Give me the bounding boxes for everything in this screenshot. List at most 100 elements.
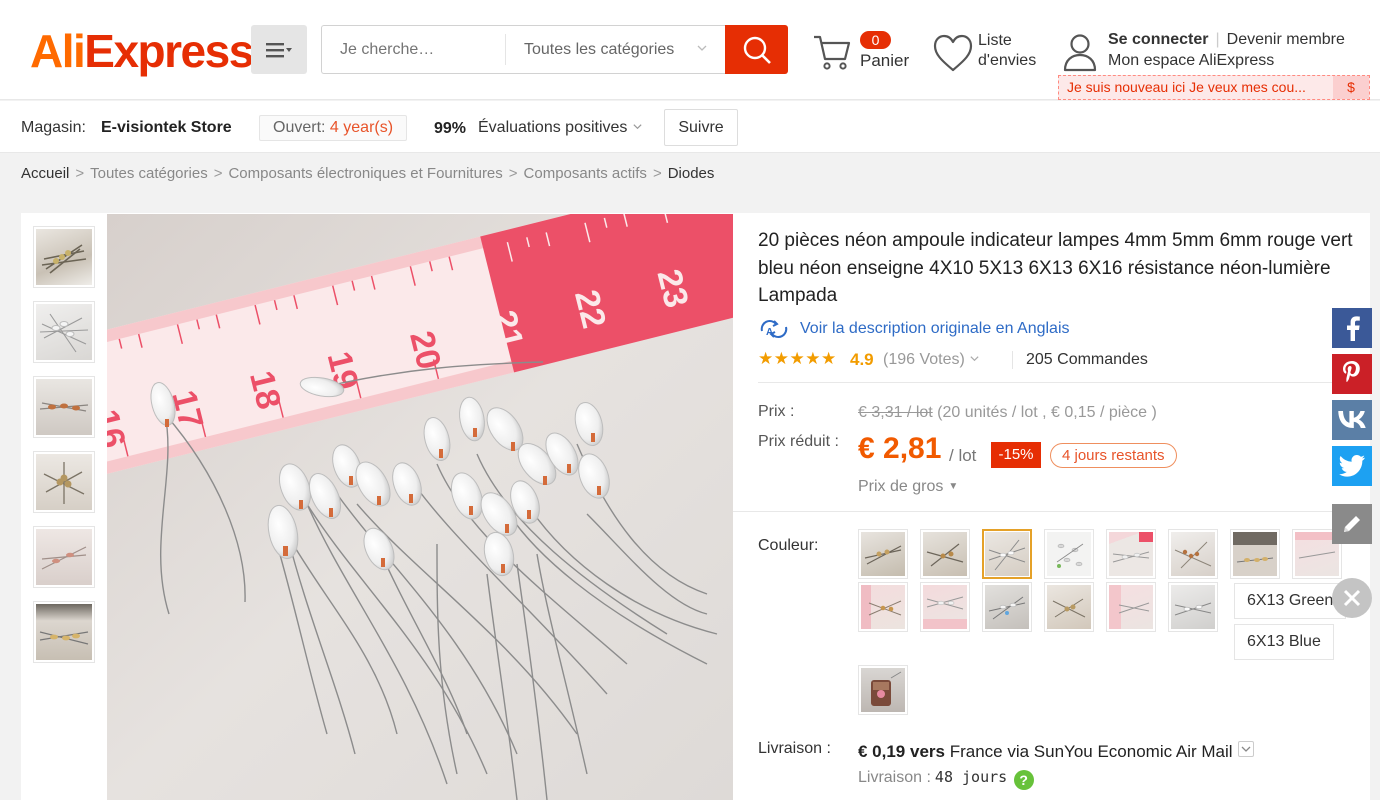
discount-price-label: Prix réduit : (758, 433, 839, 450)
user-icon (1063, 34, 1097, 72)
aliexpress-logo[interactable]: AliExpress™ (30, 26, 262, 76)
search-box: Toutes les catégories (321, 25, 725, 74)
vk-share-button[interactable] (1332, 400, 1372, 440)
wholesale-price-dropdown[interactable]: Prix de gros ▼ (858, 478, 958, 496)
join-link[interactable]: Devenir membre (1227, 31, 1345, 48)
wholesale-label: Prix de gros (858, 478, 944, 495)
shipping-label: Livraison : (758, 740, 831, 757)
product-thumbnail[interactable] (33, 301, 95, 363)
discount-price: € 2,81 (858, 432, 942, 465)
facebook-share-button[interactable] (1332, 308, 1372, 348)
positive-feedback-dropdown[interactable]: Évaluations positives (478, 119, 643, 137)
vk-icon (1338, 411, 1366, 428)
color-swatch[interactable] (1106, 582, 1156, 632)
delivery-label: Livraison : (858, 769, 931, 786)
hamburger-icon (266, 42, 292, 57)
color-swatch[interactable] (858, 665, 908, 715)
chevron-down-icon (633, 124, 642, 130)
color-swatch[interactable] (1106, 529, 1156, 579)
thumbnail-image (36, 379, 92, 435)
breadcrumb-home[interactable]: Accueil (21, 165, 69, 182)
breadcrumb: Accueil > Toutes catégories > Composants éle… (21, 165, 714, 182)
new-user-coupon-banner[interactable]: Je suis nouveau ici Je veux mes cou... $ (1058, 75, 1370, 100)
cart-link[interactable]: 0 Panier (812, 30, 912, 75)
neon-bulbs-photo: 16 17 18 19 20 21 22 23 (107, 214, 733, 800)
color-swatch[interactable] (982, 582, 1032, 632)
color-swatch[interactable] (920, 529, 970, 579)
pinterest-share-button[interactable] (1332, 354, 1372, 394)
color-swatch[interactable] (1168, 529, 1218, 579)
cart-label: Panier (860, 51, 910, 70)
twitter-icon (1339, 455, 1365, 477)
color-swatch[interactable] (920, 582, 970, 632)
help-icon[interactable]: ? (1013, 770, 1034, 790)
account-area: Se connecter | Devenir membre Mon espace A… (1062, 30, 1372, 75)
section-divider (733, 511, 1370, 512)
chevron-down-icon (697, 45, 707, 51)
color-option-6x13-green[interactable]: 6X13 Green (1234, 583, 1347, 619)
color-swatch[interactable] (1044, 529, 1094, 579)
color-swatch[interactable] (1168, 582, 1218, 632)
color-label: Couleur: (758, 537, 819, 554)
thumbnail-image (36, 304, 92, 360)
shipping-options-dropdown[interactable] (1237, 741, 1254, 757)
translate-description-link[interactable]: A Voir la description originale en Angla… (758, 319, 1070, 339)
color-swatch[interactable] (1230, 529, 1280, 579)
store-label: Magasin: (21, 119, 86, 136)
search-input[interactable] (322, 26, 505, 73)
open-label: Ouvert: (273, 119, 326, 136)
main-product-image[interactable]: 16 17 18 19 20 21 22 23 (107, 214, 733, 800)
price-label: Prix : (758, 403, 795, 420)
orders-count: 205 Commandes (1012, 351, 1148, 369)
wishlist-link[interactable]: Liste d'envies (933, 30, 1048, 75)
thumbnail-image (36, 229, 92, 285)
shipping-info: € 0,19 vers France via SunYou Economic A… (858, 741, 1254, 762)
store-bar: Magasin: E-visiontek Store Ouvert: 4 yea… (0, 101, 1380, 153)
votes-count: (196 Votes) (883, 351, 965, 368)
caret-down-icon: ▼ (948, 481, 959, 493)
search-button[interactable] (725, 25, 788, 74)
product-thumbnail[interactable] (33, 226, 95, 288)
rating-value: 4.9 (850, 350, 874, 369)
product-thumbnail[interactable] (33, 526, 95, 588)
days-left-badge: 4 jours restants (1050, 443, 1177, 468)
breadcrumb-electronic-components[interactable]: Composants électroniques et Fournitures (228, 165, 502, 182)
heart-icon (933, 34, 973, 72)
shipping-price: € 0,19 vers (858, 742, 945, 761)
discount-badge: -15% (991, 442, 1041, 468)
color-option-6x13-blue[interactable]: 6X13 Blue (1234, 624, 1334, 660)
follow-store-button[interactable]: Suivre (664, 109, 738, 146)
breadcrumb-all-categories[interactable]: Toutes catégories (90, 165, 208, 182)
per-lot-label: / lot (949, 446, 977, 465)
thumbnail-strip (33, 226, 95, 676)
wishlist-label: Liste d'envies (978, 32, 1037, 69)
translate-link-label: Voir la description originale en Anglais (800, 320, 1070, 337)
color-swatch[interactable] (858, 529, 908, 579)
edit-feedback-button[interactable] (1332, 504, 1372, 544)
my-account-link[interactable]: Mon espace AliExpress (1108, 52, 1274, 70)
cart-count-badge: 0 (860, 31, 891, 49)
chevron-down-icon (1241, 746, 1251, 752)
breadcrumb-active-components[interactable]: Composants actifs (524, 165, 647, 182)
search-icon (743, 36, 771, 64)
original-price-value: € 3,31 / lot (858, 404, 933, 421)
categories-menu-button[interactable] (251, 25, 307, 74)
product-thumbnail[interactable] (33, 451, 95, 513)
thumbnail-image (36, 604, 92, 660)
twitter-share-button[interactable] (1332, 446, 1372, 486)
breadcrumb-diodes[interactable]: Diodes (668, 165, 715, 182)
search-category-select[interactable]: Toutes les catégories (505, 34, 726, 65)
chevron-down-icon (970, 356, 979, 362)
signin-link[interactable]: Se connecter (1108, 31, 1208, 48)
positive-feedback-percent: 99% (434, 120, 467, 137)
breadcrumb-separator: > (75, 165, 85, 182)
store-name-link[interactable]: E-visiontek Store (101, 119, 232, 137)
votes-dropdown[interactable]: (196 Votes) (883, 351, 980, 369)
thumbnail-image (36, 529, 92, 585)
color-swatch[interactable] (1044, 582, 1094, 632)
product-thumbnail[interactable] (33, 376, 95, 438)
color-swatch[interactable] (858, 582, 908, 632)
close-share-button[interactable] (1332, 578, 1372, 618)
product-thumbnail[interactable] (33, 601, 95, 663)
color-swatch-selected[interactable] (982, 529, 1032, 579)
